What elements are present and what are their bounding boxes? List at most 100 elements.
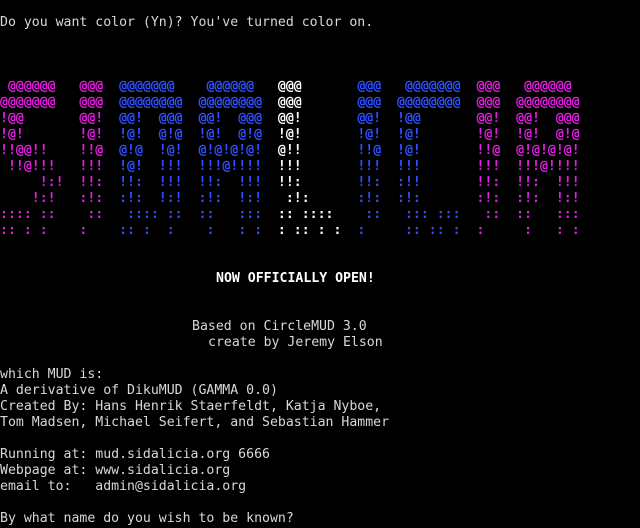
banner-segment: !!: !!! bbox=[198, 175, 278, 190]
banner-segment: :::: :: bbox=[119, 207, 199, 222]
banner-segment: !!! bbox=[476, 159, 517, 174]
created-by-text: create by Jeremy Elson bbox=[208, 335, 383, 350]
banner-row: !:! :!: :!: !:! :!: !:! :!: :!: :!: :!: … bbox=[0, 191, 580, 207]
banner-segment: !!! bbox=[357, 159, 398, 174]
banner-segment: !!@!!! bbox=[0, 159, 80, 174]
banner-segment: !!! bbox=[79, 159, 120, 174]
banner-segment: :!! bbox=[397, 175, 477, 190]
banner-segment: !@! @!@ bbox=[516, 127, 580, 142]
banner-segment: :: bbox=[357, 207, 398, 222]
banner-row: !:! !!: !!: !!! !!: !!! !!: !!: :!! !!: … bbox=[0, 175, 580, 191]
banner-segment: !@! @!@ bbox=[119, 127, 199, 142]
banner-segment: :!: !:! bbox=[516, 191, 580, 206]
banner-row: :::: :: :: :::: :: :: ::: :: :::: :: :::… bbox=[0, 207, 580, 223]
banner-segment: !:! bbox=[0, 175, 80, 190]
banner-segment: @@@@@@@@ bbox=[198, 95, 278, 110]
banner-segment: !@@ bbox=[0, 111, 80, 126]
banner-segment: @@! bbox=[79, 111, 120, 126]
banner-segment: :::: :: bbox=[0, 207, 80, 222]
banner-segment: !!: bbox=[79, 175, 120, 190]
banner-segment: @@@@@@@ bbox=[119, 79, 207, 94]
banner-segment: : bbox=[79, 223, 120, 238]
banner-segment: :!: bbox=[476, 191, 517, 206]
banner-segment: !!!@!!!! bbox=[198, 159, 278, 174]
running-at-text: Running at: mud.sidalicia.org 6666 bbox=[0, 447, 270, 462]
banner-segment: @@@ bbox=[476, 79, 525, 94]
authors-line-1: Created By: Hans Henrik Staerfeldt, Katj… bbox=[0, 399, 382, 414]
banner-segment: @@@ bbox=[79, 79, 120, 94]
banner-segment: !!@@!! bbox=[0, 143, 80, 158]
banner-segment: !!: !!! bbox=[119, 175, 199, 190]
banner-segment: : bbox=[357, 223, 398, 238]
banner-segment: : : : bbox=[198, 223, 278, 238]
banner-segment: !!: !!! bbox=[516, 175, 580, 190]
banner-segment: @@@ bbox=[476, 95, 517, 110]
banner-segment: @@@@@@ bbox=[0, 79, 80, 94]
banner-segment: :!: !:! bbox=[119, 191, 199, 206]
banner-row: :: : : : :: : : : : : : :: : : : :: :: :… bbox=[0, 223, 580, 239]
banner-segment: !!@ bbox=[357, 143, 398, 158]
banner-segment: :: ::: bbox=[516, 207, 580, 222]
based-on-text: Based on CircleMUD 3.0 bbox=[192, 319, 367, 334]
banner-segment: @@! bbox=[476, 111, 517, 126]
banner-segment: @@@@@@@@ bbox=[516, 95, 580, 110]
banner-segment: :!: bbox=[397, 191, 477, 206]
banner-row: !!@@!! !!@ @!@ !@! @!@!@!@! @!! !!@ !@! … bbox=[0, 143, 580, 159]
banner-segment: :: bbox=[476, 207, 517, 222]
banner-segment: : :: : : bbox=[277, 223, 358, 238]
banner-segment: :!: bbox=[79, 191, 120, 206]
announcement-text: NOW OFFICIALLY OPEN! bbox=[216, 271, 375, 286]
authors-line-2: Tom Madsen, Michael Seifert, and Sebasti… bbox=[0, 415, 390, 430]
banner-segment: @@@ bbox=[277, 79, 358, 94]
banner-segment: @@! bbox=[357, 111, 398, 126]
which-mud-text: which MUD is: bbox=[0, 367, 104, 382]
banner-segment: !!@ bbox=[476, 143, 517, 158]
banner-segment: @@@@@@ bbox=[524, 79, 572, 94]
banner-segment: :: : : bbox=[119, 223, 199, 238]
banner-segment: !!@ bbox=[79, 143, 120, 158]
color-prompt-text: Do you want color (Yn)? You've turned co… bbox=[0, 15, 374, 30]
banner-segment: @@@@@@@ bbox=[0, 95, 80, 110]
banner-segment: : bbox=[476, 223, 517, 238]
banner-segment: @!@!@!@! bbox=[198, 143, 278, 158]
banner-segment: !!! bbox=[397, 159, 477, 174]
banner-segment: @@@ bbox=[277, 95, 358, 110]
banner-segment: :!: !:! bbox=[198, 191, 278, 206]
derivative-text: A derivative of DikuMUD (GAMMA 0.0) bbox=[0, 383, 278, 398]
banner-segment: @!@ !@! bbox=[119, 143, 199, 158]
banner-segment: !!: bbox=[476, 175, 517, 190]
banner-segment: !!! bbox=[277, 159, 358, 174]
banner-segment: :!: bbox=[277, 191, 358, 206]
banner-segment: !@! bbox=[79, 127, 120, 142]
banner-segment: @@@@@@@@ bbox=[119, 95, 199, 110]
banner-segment: @!@!@!@! bbox=[516, 143, 580, 158]
banner-segment: @@@ bbox=[357, 95, 398, 110]
login-prompt-text[interactable]: By what name do you wish to be known? bbox=[0, 511, 294, 527]
banner-segment: !:! bbox=[0, 191, 80, 206]
banner-segment: !@! bbox=[0, 127, 80, 142]
banner-row: !@! !@! !@! @!@ !@! @!@ !@! !@! !@! !@! … bbox=[0, 127, 580, 143]
banner-segment: !@! bbox=[357, 127, 398, 142]
terminal-window[interactable]: Do you want color (Yn)? You've turned co… bbox=[0, 0, 640, 528]
banner-segment: :!: bbox=[357, 191, 398, 206]
banner-segment: :: : : bbox=[0, 223, 80, 238]
banner-segment: !@! bbox=[277, 127, 358, 142]
banner-segment: @@@@@@@@ bbox=[397, 95, 477, 110]
banner-segment: @@@ bbox=[357, 79, 405, 94]
banner-segment: @@@@@@@ bbox=[404, 79, 477, 94]
banner-segment: @@@ bbox=[79, 95, 120, 110]
banner-segment: !@! !!! bbox=[119, 159, 199, 174]
banner-segment: @@@@@@ bbox=[206, 79, 278, 94]
banner-segment: !!!@!!!! bbox=[516, 159, 580, 174]
banner-segment: :: bbox=[79, 207, 120, 222]
banner-segment: !@! @!@ bbox=[198, 127, 278, 142]
banner-segment: !!: bbox=[357, 175, 398, 190]
banner-segment: ::: ::: bbox=[397, 207, 477, 222]
banner-segment: !@! bbox=[476, 127, 517, 142]
banner-row: !!@!!! !!! !@! !!! !!!@!!!! !!! !!! !!! … bbox=[0, 159, 580, 175]
banner-segment: @@! @@@ bbox=[198, 111, 278, 126]
banner-segment: @@! @@@ bbox=[516, 111, 580, 126]
banner-segment: @@! bbox=[277, 111, 358, 126]
banner-row: @@@@@@ @@@ @@@@@@@ @@@@@@ @@@ @@@ @@@@@@… bbox=[0, 79, 572, 95]
banner-segment: :: ::: bbox=[198, 207, 278, 222]
